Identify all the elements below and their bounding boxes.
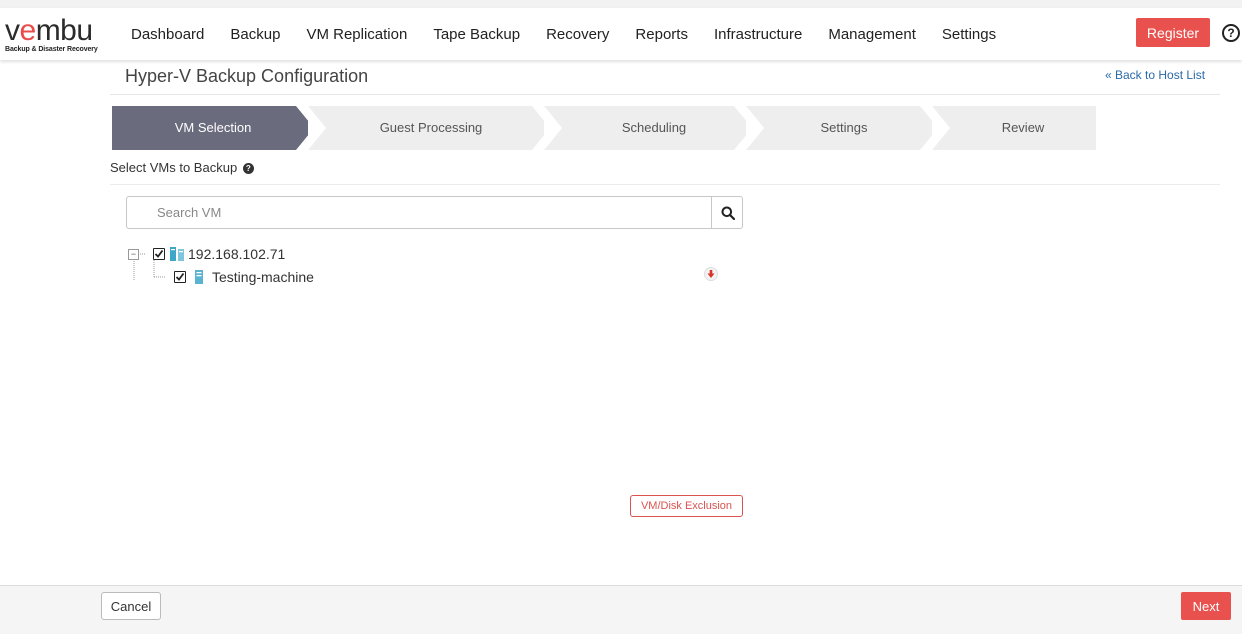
nav-recovery[interactable]: Recovery	[533, 26, 622, 43]
collapse-toggle-icon[interactable]: −	[128, 248, 139, 260]
host-checkbox[interactable]	[153, 248, 165, 260]
step-vm-selection[interactable]: VM Selection	[112, 106, 314, 150]
search-vm-input[interactable]	[127, 197, 711, 228]
vm-disk-exclusion-button[interactable]: VM/Disk Exclusion	[630, 495, 743, 517]
nav-backup[interactable]: Backup	[217, 26, 293, 43]
checkmark-icon	[175, 272, 185, 281]
nav-dashboard[interactable]: Dashboard	[118, 26, 217, 43]
checkmark-icon	[154, 249, 164, 258]
vembu-logo[interactable]: vembu Backup & Disaster Recovery	[5, 14, 105, 54]
main-menu: Dashboard Backup VM Replication Tape Bac…	[118, 8, 1009, 60]
next-button[interactable]: Next	[1181, 592, 1231, 620]
step-review[interactable]: Review	[932, 106, 1096, 150]
info-help-icon[interactable]: ?	[242, 163, 254, 175]
step-guest-processing[interactable]: Guest Processing	[308, 106, 550, 150]
search-icon	[721, 206, 735, 220]
select-vms-label: Select VMs to Backup	[110, 160, 238, 175]
arrow-down-icon	[707, 270, 715, 278]
tree-host-row: − 192.168.102.71	[128, 244, 285, 264]
vm-label[interactable]: Testing-machine	[212, 269, 314, 285]
vm-server-icon	[195, 270, 203, 284]
tree-vm-row: Testing-machine	[174, 267, 314, 287]
nav-settings[interactable]: Settings	[929, 26, 1009, 43]
nav-reports[interactable]: Reports	[622, 26, 701, 43]
step-label: Scheduling	[621, 120, 687, 135]
section-divider	[110, 184, 1220, 185]
wizard-steps: VM Selection Guest Processing Scheduling…	[112, 106, 1096, 150]
download-arrow-icon[interactable]	[704, 267, 718, 281]
step-label: VM Selection	[174, 120, 252, 135]
nav-vm-replication[interactable]: VM Replication	[293, 26, 420, 43]
search-button[interactable]	[711, 197, 743, 228]
host-label[interactable]: 192.168.102.71	[188, 246, 285, 262]
page-title: Hyper-V Backup Configuration	[125, 66, 369, 86]
vm-checkbox[interactable]	[174, 271, 186, 283]
footer-bar: Cancel Next	[0, 585, 1242, 634]
cancel-button[interactable]: Cancel	[101, 592, 161, 620]
nav-management[interactable]: Management	[815, 26, 929, 43]
step-label: Review	[1001, 120, 1045, 135]
title-divider	[110, 94, 1220, 95]
question-circle-icon[interactable]: ?	[1222, 24, 1240, 42]
step-settings[interactable]: Settings	[746, 106, 938, 150]
step-label: Settings	[820, 120, 868, 135]
select-vms-heading: Select VMs to Backup ?	[110, 160, 254, 175]
search-vm-box	[126, 196, 743, 229]
host-server-icon	[170, 247, 184, 261]
top-navbar: vembu Backup & Disaster Recovery Dashboa…	[0, 8, 1242, 60]
logo-tagline: Backup & Disaster Recovery	[5, 46, 98, 53]
register-button[interactable]: Register	[1136, 18, 1210, 47]
logo-wordmark: vembu	[5, 14, 93, 47]
step-scheduling[interactable]: Scheduling	[544, 106, 752, 150]
nav-infrastructure[interactable]: Infrastructure	[701, 26, 815, 43]
back-to-host-list-link[interactable]: « Back to Host List	[1105, 68, 1205, 82]
top-strip	[0, 0, 1242, 8]
step-label: Guest Processing	[379, 120, 483, 135]
nav-tape-backup[interactable]: Tape Backup	[420, 26, 533, 43]
